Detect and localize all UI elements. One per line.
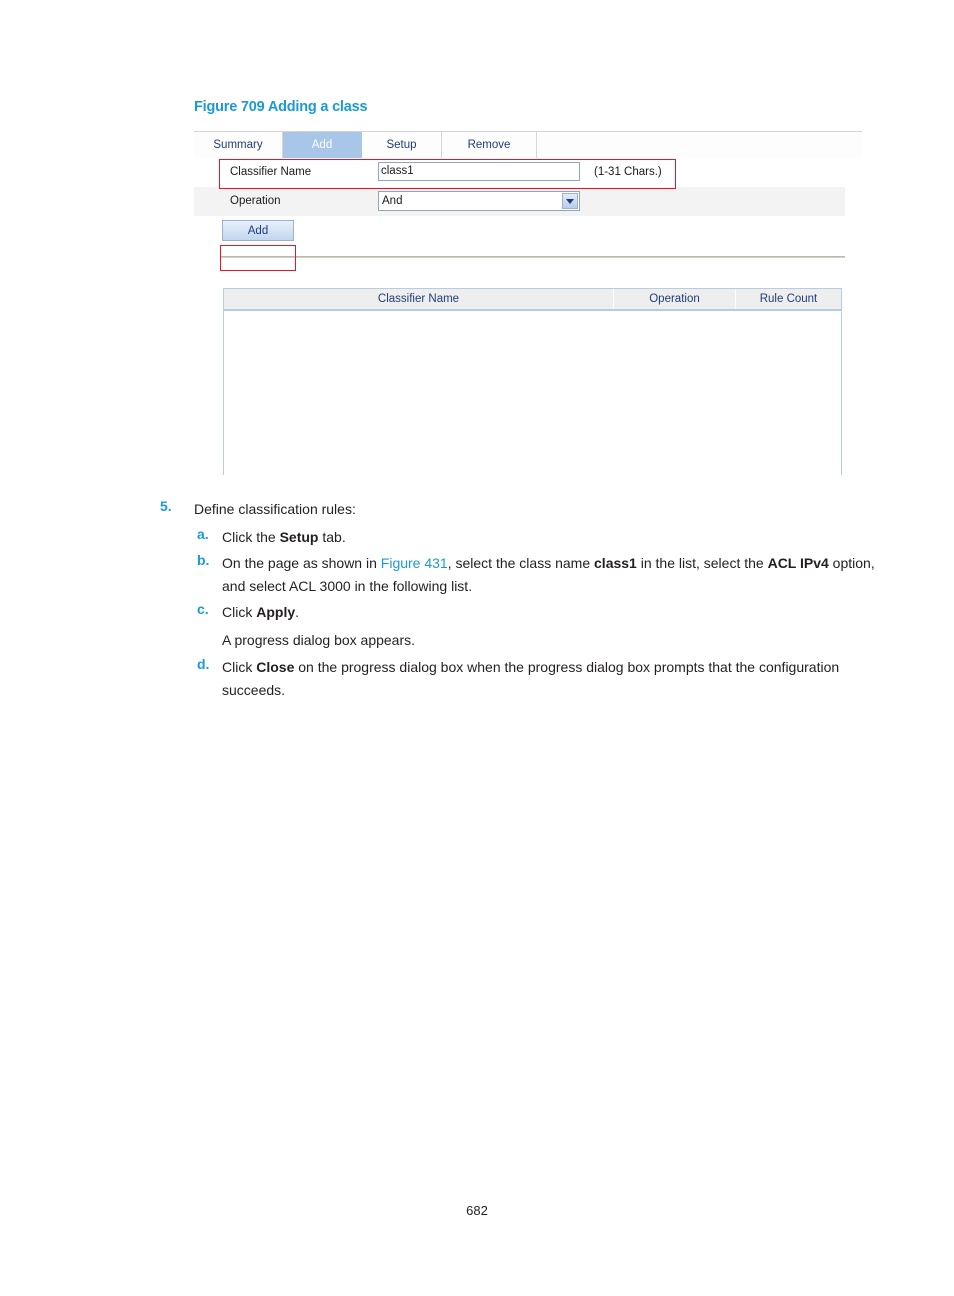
step-5c-marker: c. — [197, 601, 209, 617]
figure-431-link[interactable]: Figure 431 — [381, 555, 448, 571]
figure-caption: Figure 709 Adding a class — [194, 99, 368, 115]
step-5b-bold2: ACL IPv4 — [767, 555, 829, 571]
step-5c: c. Click Apply. — [150, 601, 890, 627]
column-header-rule-count[interactable]: Rule Count — [736, 289, 841, 309]
tab-bar: Summary Add Setup Remove — [194, 131, 862, 158]
column-header-operation[interactable]: Operation — [614, 289, 736, 309]
step-5: 5. Define classification rules: — [150, 498, 890, 524]
chevron-down-glyph — [566, 199, 574, 204]
page-number: 682 — [466, 1203, 488, 1218]
embedded-screenshot: Summary Add Setup Remove Classifier Name… — [194, 131, 862, 479]
step-5c-bold: Apply — [256, 604, 296, 620]
step-5d-bold: Close — [256, 659, 295, 675]
tab-summary[interactable]: Summary — [194, 132, 283, 158]
step-5d-pre: Click — [222, 659, 257, 675]
form-row-actions: Add — [194, 216, 862, 249]
step-5b-p1: On the page as shown in — [222, 555, 381, 571]
step-5-text: Define classification rules: — [194, 501, 356, 517]
step-5c-post: . — [295, 604, 300, 620]
tab-setup[interactable]: Setup — [362, 132, 442, 158]
step-5a-pre: Click the — [222, 529, 280, 545]
table-body-empty — [224, 311, 841, 475]
step-5a: a. Click the Setup tab. — [150, 526, 890, 552]
step-5a-bold: Setup — [279, 529, 319, 545]
form-row-classifier-name: Classifier Name (1-31 Chars.) — [194, 158, 862, 187]
classifier-list-table: Classifier Name Operation Rule Count — [223, 288, 842, 475]
step-5a-post: tab. — [318, 529, 346, 545]
table-header-row: Classifier Name Operation Rule Count — [224, 289, 841, 311]
step-5d: d. Click Close on the progress dialog bo… — [150, 656, 890, 704]
step-5c-note: A progress dialog box appears. — [150, 629, 890, 655]
chevron-down-icon[interactable] — [562, 193, 578, 209]
section-divider — [220, 256, 845, 258]
classifier-name-label: Classifier Name — [230, 166, 312, 178]
step-5c-text: Click Apply. — [222, 601, 890, 624]
operation-select-value: And — [382, 195, 403, 207]
step-5c-note-text: A progress dialog box appears. — [222, 632, 416, 648]
form-row-operation: Operation And — [194, 187, 845, 216]
operation-select[interactable]: And — [378, 191, 580, 211]
tab-remove[interactable]: Remove — [442, 132, 537, 158]
add-class-form: Classifier Name (1-31 Chars.) Operation … — [194, 158, 862, 249]
classifier-name-input[interactable] — [378, 162, 580, 181]
step-5b-p3: in the list, select the — [636, 555, 768, 571]
step-5a-text: Click the Setup tab. — [222, 526, 890, 549]
step-5b: b. On the page as shown in Figure 431, s… — [150, 552, 890, 600]
step-5d-post: on the progress dialog box when the prog… — [222, 659, 840, 698]
step-5b-text: On the page as shown in Figure 431, sele… — [222, 552, 890, 597]
document-page: Figure 709 Adding a class Summary Add Se… — [0, 0, 954, 1296]
column-header-classifier-name[interactable]: Classifier Name — [224, 289, 614, 309]
classifier-name-hint: (1-31 Chars.) — [594, 166, 662, 178]
step-5b-bold1: class1 — [594, 555, 637, 571]
tab-bar-filler — [537, 132, 862, 158]
step-5a-marker: a. — [197, 526, 209, 542]
operation-label: Operation — [230, 195, 281, 207]
step-5c-pre: Click — [222, 604, 257, 620]
add-button[interactable]: Add — [222, 220, 294, 241]
step-5-marker: 5. — [160, 498, 172, 514]
step-5d-text: Click Close on the progress dialog box w… — [222, 656, 890, 701]
step-5b-marker: b. — [197, 552, 210, 568]
step-5b-p2: , select the class name — [447, 555, 595, 571]
tab-add[interactable]: Add — [283, 132, 362, 158]
step-5d-marker: d. — [197, 656, 210, 672]
